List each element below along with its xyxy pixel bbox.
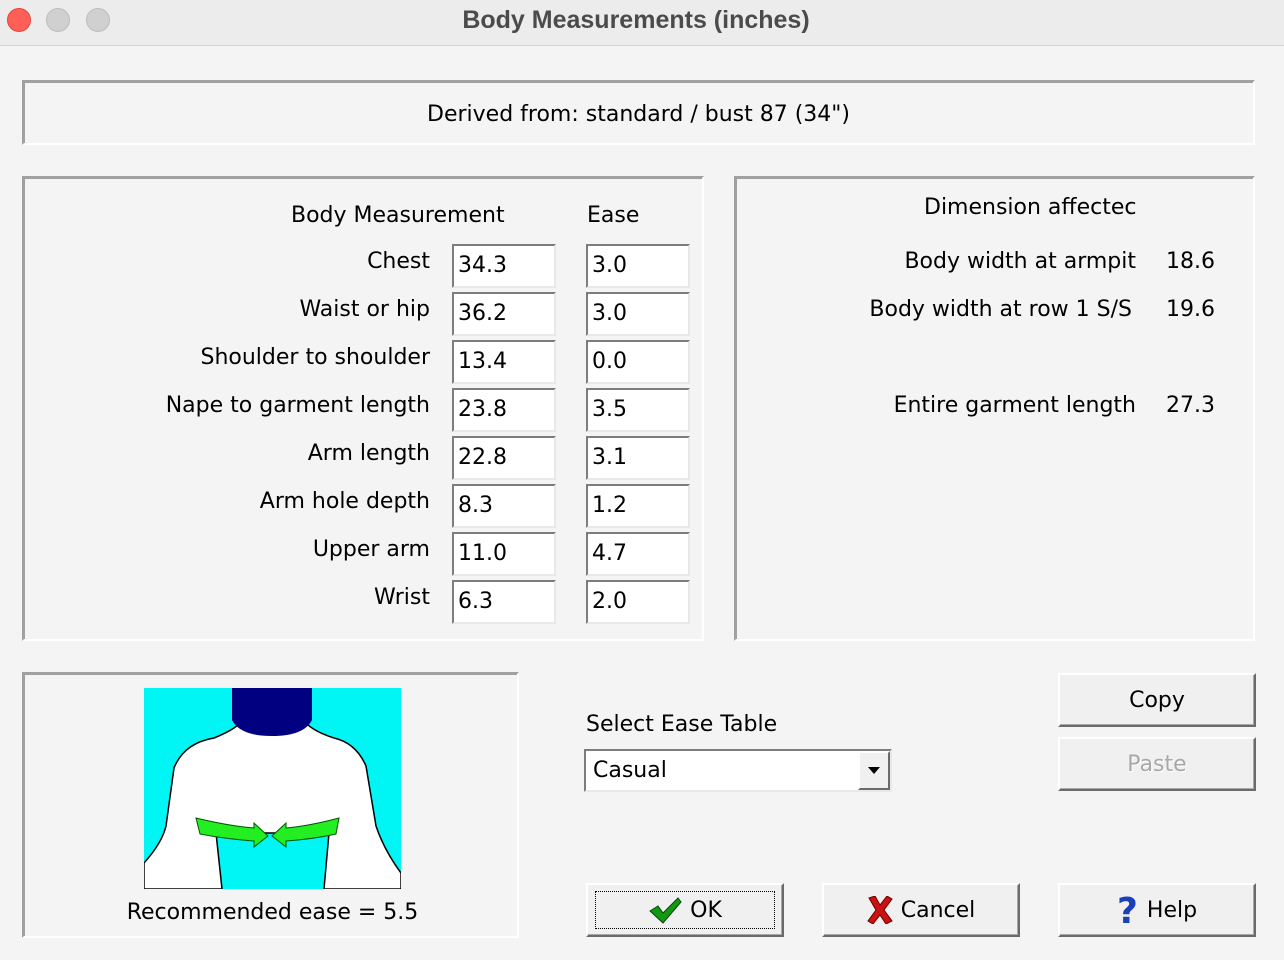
dimension-label-row1: Body width at row 1 S/S xyxy=(869,297,1132,322)
ok-button[interactable]: OK xyxy=(586,883,784,937)
wrist-ease-input[interactable]: 2.0 xyxy=(586,580,690,624)
help-button-label: Help xyxy=(1146,897,1198,923)
wrist-label: Wrist xyxy=(373,585,430,610)
shoulder-ease-input[interactable]: 0.0 xyxy=(586,340,690,384)
measurements-panel: Body Measurement Ease Chest 34.3 3.0 Wai… xyxy=(22,176,704,641)
chest-label: Chest xyxy=(367,249,430,274)
paste-button-label: Paste xyxy=(1127,751,1187,777)
dimension-value-length: 27.3 xyxy=(1166,393,1215,418)
ease-header: Ease xyxy=(587,203,640,228)
waist-label: Waist or hip xyxy=(299,297,430,322)
head-shape xyxy=(232,688,312,736)
arm-length-input[interactable]: 22.8 xyxy=(452,436,556,480)
body-measurement-header: Body Measurement xyxy=(291,203,505,228)
dimension-value-armpit: 18.6 xyxy=(1166,249,1215,274)
window-title: Body Measurements (inches) xyxy=(462,6,810,34)
arm-length-label: Arm length xyxy=(307,441,430,466)
illustration-panel: Recommended ease = 5.5 xyxy=(22,672,519,938)
arm-hole-input[interactable]: 8.3 xyxy=(452,484,556,528)
chest-input[interactable]: 34.3 xyxy=(452,244,556,288)
arm-hole-label: Arm hole depth xyxy=(259,489,430,514)
arm-length-ease-input[interactable]: 3.1 xyxy=(586,436,690,480)
cancel-x-icon xyxy=(867,896,893,924)
wrist-input[interactable]: 6.3 xyxy=(452,580,556,624)
copy-button-label: Copy xyxy=(1129,687,1185,713)
ease-table-value: Casual xyxy=(593,758,667,783)
help-button[interactable]: ? Help xyxy=(1058,883,1256,937)
help-question-icon: ? xyxy=(1117,893,1138,927)
ease-table-label: Select Ease Table xyxy=(586,712,778,737)
upper-arm-label: Upper arm xyxy=(312,537,430,562)
waist-input[interactable]: 36.2 xyxy=(452,292,556,336)
dimension-label-armpit: Body width at armpit xyxy=(904,249,1136,274)
upper-arm-input[interactable]: 11.0 xyxy=(452,532,556,576)
cancel-button-label: Cancel xyxy=(900,897,976,923)
body-illustration xyxy=(144,688,401,889)
nape-ease-input[interactable]: 3.5 xyxy=(586,388,690,432)
dimension-label-length: Entire garment length xyxy=(893,393,1136,418)
recommended-ease-text: Recommended ease = 5.5 xyxy=(126,900,419,925)
ease-table-select[interactable]: Casual xyxy=(584,749,892,792)
cancel-button[interactable]: Cancel xyxy=(822,883,1020,937)
copy-button[interactable]: Copy xyxy=(1058,673,1256,727)
shoulder-label: Shoulder to shoulder xyxy=(200,345,430,370)
derived-from-text: Derived from: standard / bust 87 (34") xyxy=(427,102,850,127)
dimension-value-row1: 19.6 xyxy=(1166,297,1215,322)
upper-arm-ease-input[interactable]: 4.7 xyxy=(586,532,690,576)
dropdown-arrow-icon[interactable] xyxy=(858,751,890,790)
waist-ease-input[interactable]: 3.0 xyxy=(586,292,690,336)
nape-input[interactable]: 23.8 xyxy=(452,388,556,432)
derived-panel: Derived from: standard / bust 87 (34") xyxy=(22,80,1255,145)
svg-text:?: ? xyxy=(1117,893,1138,927)
dimension-header: Dimension affectec xyxy=(924,195,1137,220)
paste-button[interactable]: Paste xyxy=(1058,737,1256,791)
nape-label: Nape to garment length xyxy=(165,393,430,418)
shoulder-input[interactable]: 13.4 xyxy=(452,340,556,384)
focus-ring xyxy=(595,891,775,929)
arm-hole-ease-input[interactable]: 1.2 xyxy=(586,484,690,528)
dimensions-panel: Dimension affectec Body width at armpit … xyxy=(734,176,1255,641)
title-bar: Body Measurements (inches) xyxy=(0,0,1284,46)
chest-ease-input[interactable]: 3.0 xyxy=(586,244,690,288)
